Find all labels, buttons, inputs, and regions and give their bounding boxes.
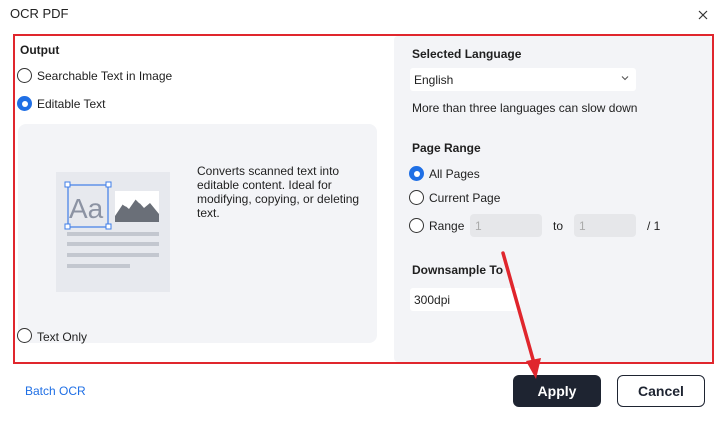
option-label-range[interactable]: Range [429,219,464,233]
option-label-editable-text[interactable]: Editable Text [37,97,106,111]
radio-searchable-text[interactable] [17,68,32,83]
sample-text: Aa [69,193,104,224]
chevron-down-icon [621,76,629,81]
title-bar: OCR PDF [0,0,723,30]
image-thumbnail-icon [115,191,159,222]
output-description: Converts scanned text into editable cont… [197,164,360,220]
batch-ocr-link[interactable]: Batch OCR [25,384,86,398]
radio-text-only[interactable] [17,328,32,343]
language-value: English [414,73,454,87]
range-to-label: to [553,219,564,233]
editable-text-illustration: Aa [56,172,170,292]
option-label-all-pages[interactable]: All Pages [429,167,480,181]
window-title: OCR PDF [10,6,69,21]
range-to-input[interactable] [574,214,636,237]
language-note: More than three languages can slow down [412,101,638,115]
option-label-current-page[interactable]: Current Page [429,191,500,205]
downsample-value: 300dpi [414,293,451,307]
annotation-arrow [501,251,541,379]
output-title: Output [20,43,60,57]
radio-range[interactable] [409,218,424,233]
close-button[interactable] [692,5,714,25]
language-title: Selected Language [412,47,522,61]
close-icon [698,10,708,20]
cancel-button[interactable]: Cancel [617,375,705,407]
option-label-searchable-text[interactable]: Searchable Text in Image [37,69,172,83]
radio-current-page[interactable] [409,190,424,205]
range-from-input[interactable] [470,214,542,237]
radio-all-pages[interactable] [409,166,424,181]
radio-editable-text[interactable] [17,96,32,111]
option-label-text-only[interactable]: Text Only [37,330,87,344]
language-dropdown[interactable]: English [410,68,636,91]
page-total: / 1 [647,219,661,233]
page-range-title: Page Range [412,141,481,155]
